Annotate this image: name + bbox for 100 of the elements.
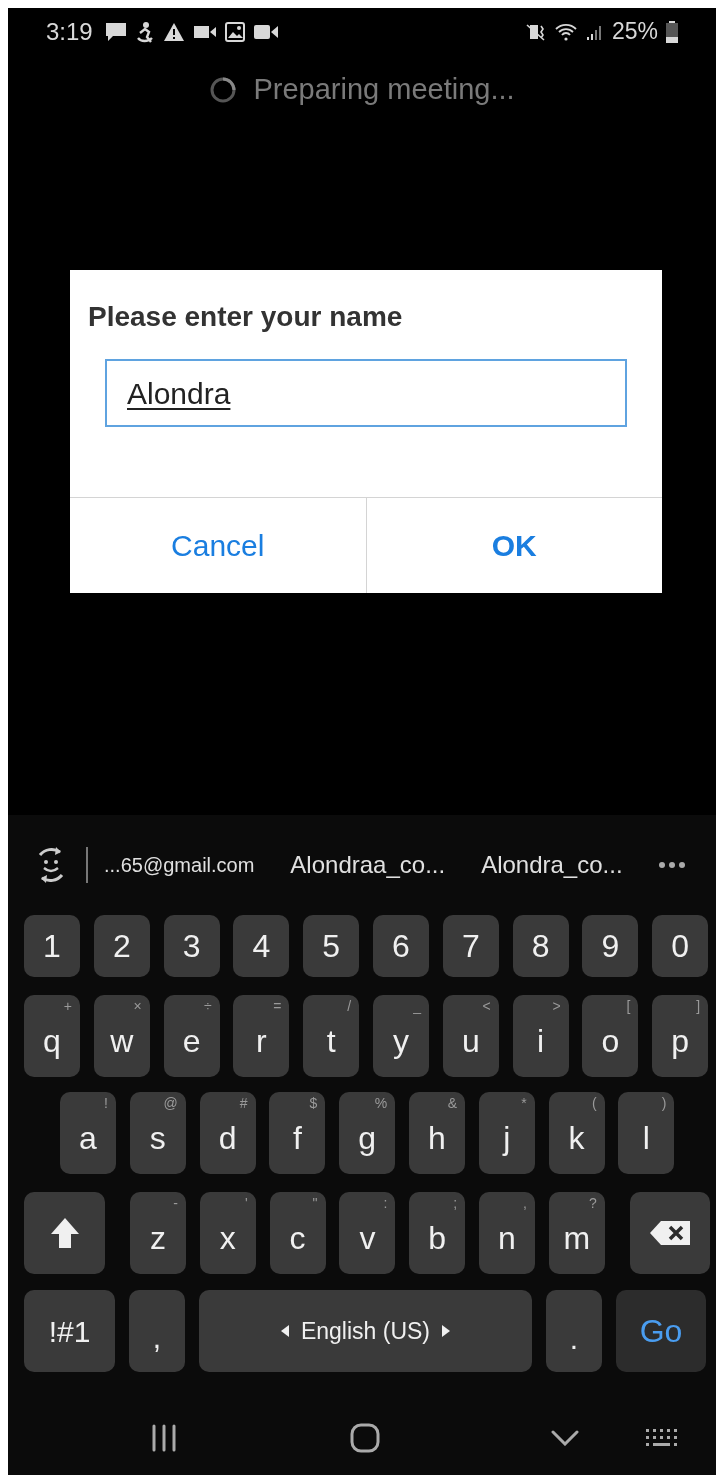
key-letter: c bbox=[289, 1219, 306, 1258]
keyboard-key[interactable]: > i bbox=[512, 995, 569, 1077]
suggestion-item[interactable]: Alondraa_co... bbox=[290, 847, 446, 883]
key-hint: $ bbox=[309, 1094, 318, 1112]
period-key[interactable]: . bbox=[546, 1290, 602, 1372]
keyboard-key[interactable]: : v bbox=[339, 1192, 396, 1274]
keyboard-key[interactable]: × w bbox=[93, 995, 150, 1077]
keyboard-key[interactable]: $ f bbox=[269, 1092, 326, 1174]
key-letter: g bbox=[358, 1119, 377, 1158]
suggestion-item[interactable]: ...65@gmail.com bbox=[104, 850, 255, 880]
key-hint: < bbox=[482, 997, 491, 1015]
key-letter: k bbox=[568, 1119, 585, 1158]
cancel-button[interactable]: Cancel bbox=[70, 498, 366, 593]
number-key[interactable]: 1 bbox=[24, 915, 80, 977]
key-hint: : bbox=[383, 1194, 388, 1212]
key-letter: n bbox=[498, 1219, 516, 1258]
home-icon[interactable] bbox=[350, 1422, 380, 1453]
key-letter: o bbox=[601, 1022, 620, 1061]
recent-apps-icon[interactable] bbox=[151, 1423, 177, 1452]
keyboard-icon[interactable] bbox=[645, 1426, 677, 1449]
keyboard-key[interactable]: & h bbox=[409, 1092, 465, 1174]
key-letter: u bbox=[461, 1022, 480, 1061]
keyboard-key[interactable]: " c bbox=[269, 1192, 326, 1274]
number-key[interactable]: 8 bbox=[512, 915, 569, 977]
key-hint: ? bbox=[589, 1194, 597, 1212]
figure-icon bbox=[135, 20, 154, 43]
key-hint: - bbox=[173, 1194, 178, 1212]
keyboard-key[interactable]: < u bbox=[442, 995, 499, 1077]
number-key[interactable]: 4 bbox=[233, 915, 290, 977]
suggestion-item[interactable]: Alondra_co... bbox=[481, 847, 623, 883]
keyboard-key[interactable]: ' x bbox=[199, 1192, 256, 1274]
keyboard-key[interactable]: _ y bbox=[373, 995, 429, 1077]
key-hint: / bbox=[347, 997, 352, 1015]
key-letter: f bbox=[292, 1119, 302, 1158]
number-key[interactable]: 6 bbox=[373, 915, 429, 977]
keyboard-key[interactable]: + q bbox=[24, 995, 80, 1077]
key-letter: d bbox=[218, 1119, 237, 1158]
number-key[interactable]: 0 bbox=[652, 915, 709, 977]
keyboard-key[interactable]: , n bbox=[479, 1192, 535, 1274]
ok-button[interactable]: OK bbox=[365, 498, 662, 593]
key-hint: " bbox=[312, 1194, 318, 1212]
keyboard-key[interactable]: ; b bbox=[409, 1192, 466, 1274]
key-hint: ) bbox=[661, 1094, 667, 1112]
comma-key[interactable]: , bbox=[129, 1290, 185, 1372]
battery-percent: 25% bbox=[611, 17, 658, 47]
key-letter: z bbox=[150, 1219, 166, 1258]
number-key[interactable]: 7 bbox=[442, 915, 499, 977]
key-hint: * bbox=[521, 1094, 527, 1112]
key-letter: x bbox=[219, 1219, 236, 1258]
number-key[interactable]: 5 bbox=[303, 915, 360, 977]
keyboard-key[interactable]: ! a bbox=[60, 1092, 116, 1174]
loading-spinner-icon bbox=[209, 76, 238, 104]
more-icon[interactable] bbox=[658, 861, 686, 869]
keyboard-key[interactable]: ÷ e bbox=[163, 995, 220, 1077]
keyboard-key[interactable]: ( k bbox=[548, 1092, 605, 1174]
key-hint: ( bbox=[591, 1094, 597, 1112]
go-key[interactable]: Go bbox=[616, 1290, 706, 1372]
key-letter: s bbox=[149, 1119, 166, 1158]
key-letter: h bbox=[428, 1119, 446, 1158]
arrow-up-icon bbox=[48, 1216, 81, 1250]
key-letter: i bbox=[537, 1022, 545, 1061]
key-letter: y bbox=[393, 1022, 409, 1061]
vibrate-icon bbox=[525, 21, 546, 42]
battery-icon bbox=[666, 20, 678, 43]
dialog-title: Please enter your name bbox=[87, 300, 404, 334]
key-hint: × bbox=[133, 997, 142, 1015]
keyboard-key[interactable]: - z bbox=[130, 1192, 186, 1274]
key-hint: % bbox=[374, 1094, 388, 1112]
shift-key[interactable] bbox=[24, 1192, 105, 1274]
video-camera-icon bbox=[253, 23, 278, 40]
keyboard-key[interactable]: / t bbox=[303, 995, 360, 1077]
wifi-icon bbox=[553, 21, 578, 42]
keyboard-key[interactable]: * j bbox=[478, 1092, 535, 1174]
space-key[interactable]: English (US) bbox=[199, 1290, 532, 1372]
key-hint: > bbox=[552, 997, 561, 1015]
key-letter: v bbox=[359, 1219, 376, 1258]
symbols-key[interactable]: !#1 bbox=[24, 1290, 115, 1372]
keyboard-key[interactable]: @ s bbox=[129, 1092, 186, 1174]
keyboard-key[interactable]: [ o bbox=[582, 995, 639, 1077]
right-triangle-icon bbox=[442, 1325, 451, 1337]
chevron-down-icon[interactable] bbox=[551, 1429, 579, 1446]
key-hint: ' bbox=[245, 1194, 248, 1212]
key-letter: w bbox=[110, 1022, 134, 1061]
key-hint: _ bbox=[413, 997, 421, 1015]
keyboard-key[interactable]: ] p bbox=[652, 995, 709, 1077]
key-letter: b bbox=[428, 1219, 447, 1258]
key-letter: m bbox=[563, 1219, 591, 1258]
video-camera-icon bbox=[193, 24, 216, 39]
key-hint: ÷ bbox=[203, 997, 212, 1015]
keyboard-key[interactable]: = r bbox=[233, 995, 290, 1077]
keyboard-key[interactable]: ? m bbox=[548, 1192, 605, 1274]
number-key[interactable]: 2 bbox=[93, 915, 150, 977]
backspace-key[interactable] bbox=[629, 1192, 710, 1274]
number-key[interactable]: 3 bbox=[163, 915, 220, 977]
keyboard-key[interactable]: # d bbox=[199, 1092, 256, 1174]
key-hint: , bbox=[523, 1194, 527, 1212]
keyboard-key[interactable]: ) l bbox=[618, 1092, 675, 1174]
number-key[interactable]: 9 bbox=[582, 915, 639, 977]
keyboard-key[interactable]: % g bbox=[339, 1092, 396, 1174]
name-input-field[interactable]: Alondra bbox=[105, 359, 627, 427]
